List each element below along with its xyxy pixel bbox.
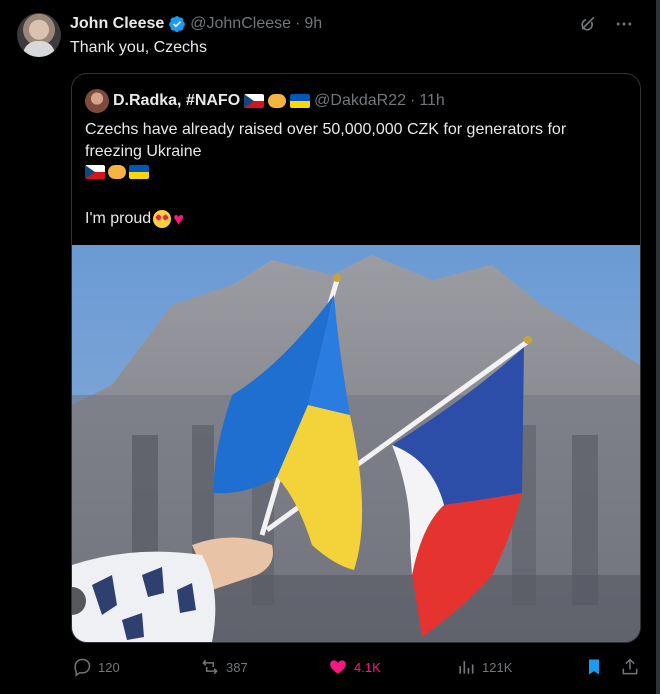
avatar-shirt bbox=[23, 41, 55, 57]
quoted-avatar[interactable] bbox=[85, 89, 109, 113]
separator-dot: · bbox=[295, 15, 301, 32]
proud-text: I'm proud bbox=[85, 210, 152, 227]
quoted-text: Czechs have already raised over 50,000,0… bbox=[85, 121, 567, 160]
ukraine-flag-icon bbox=[290, 94, 311, 108]
grok-icon[interactable] bbox=[578, 14, 598, 34]
bookmark-icon bbox=[589, 659, 599, 675]
like-button[interactable]: 4.1K bbox=[328, 657, 381, 677]
quoted-image[interactable] bbox=[72, 245, 640, 642]
repost-button[interactable]: 387 bbox=[200, 657, 248, 677]
right-border bbox=[656, 0, 660, 694]
views-button[interactable]: 121K bbox=[456, 657, 512, 677]
reply-count: 120 bbox=[98, 659, 120, 675]
quoted-proud-line: I'm proud ♥ bbox=[85, 208, 184, 230]
tweet-actions: 120 387 4.1K 121K bbox=[72, 657, 642, 679]
repost-count: 387 bbox=[226, 659, 248, 675]
tweet-header: John Cleese @JohnCleese · 9h bbox=[70, 14, 322, 34]
reply-icon bbox=[74, 658, 91, 677]
quoted-header: D.Radka, #NAFO @DakdaR22 · 11h bbox=[85, 89, 445, 113]
share-button[interactable] bbox=[620, 657, 640, 677]
views-count: 121K bbox=[482, 659, 513, 675]
author-handle[interactable]: @JohnCleese bbox=[190, 14, 291, 34]
share-icon bbox=[622, 658, 638, 675]
quoted-tweet[interactable]: D.Radka, #NAFO @DakdaR22 · 11h Czechs ha… bbox=[71, 73, 641, 643]
handshake-icon bbox=[108, 165, 126, 179]
quoted-time[interactable]: 11h bbox=[419, 91, 445, 111]
separator-dot: · bbox=[409, 92, 416, 109]
author-avatar[interactable] bbox=[17, 13, 61, 57]
more-icon[interactable] bbox=[614, 14, 634, 34]
like-count: 4.1K bbox=[354, 659, 381, 675]
verified-badge-icon bbox=[169, 16, 186, 33]
czech-flag-icon bbox=[244, 94, 265, 108]
heart-eyes-emoji-icon bbox=[153, 210, 172, 228]
czech-flag-icon bbox=[85, 165, 105, 179]
handshake-icon bbox=[268, 94, 287, 108]
header-actions bbox=[578, 14, 634, 34]
author-name[interactable]: John Cleese bbox=[70, 14, 164, 34]
repost-icon bbox=[202, 659, 218, 675]
tweet-time[interactable]: 9h bbox=[304, 14, 322, 34]
heart-icon bbox=[330, 660, 346, 674]
red-heart-emoji-icon: ♥ bbox=[173, 209, 184, 229]
quoted-emoji-row bbox=[85, 165, 149, 179]
views-icon bbox=[459, 661, 474, 674]
tweet-text: Thank you, Czechs bbox=[70, 39, 207, 56]
reply-button[interactable]: 120 bbox=[72, 657, 120, 677]
flags-photo bbox=[72, 245, 640, 642]
ukraine-flag-icon bbox=[129, 165, 149, 179]
quoted-author-name[interactable]: D.Radka, #NAFO bbox=[113, 91, 240, 111]
quoted-author-handle[interactable]: @DakdaR22 bbox=[314, 91, 406, 111]
bookmark-button[interactable] bbox=[584, 657, 604, 677]
